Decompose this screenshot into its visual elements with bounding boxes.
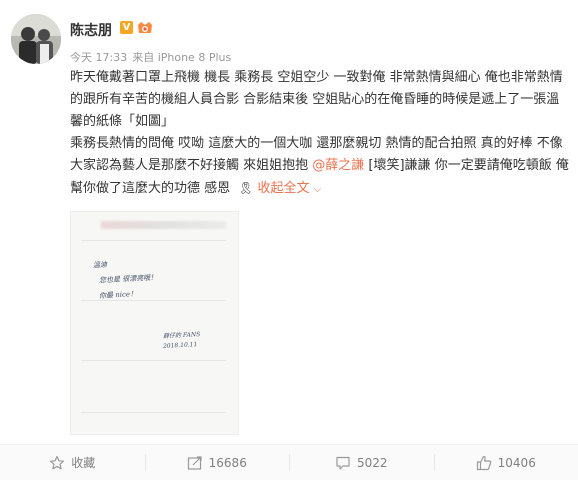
action-bar: 收藏 16686 5022 10406 xyxy=(0,444,578,480)
verified-badge-icon: V xyxy=(120,21,133,34)
share-count: 16686 xyxy=(209,456,247,470)
note-rule xyxy=(81,412,226,413)
collapse-link[interactable]: 收起全文 ⌵ xyxy=(258,181,322,196)
comment-button[interactable]: 5022 xyxy=(289,445,434,480)
like-button[interactable]: 10406 xyxy=(434,445,578,480)
post-paragraph-1: 昨天俺戴著口罩上飛機 機長 乘務長 空姐空少 一致對俺 非常熱情與細心 俺也非常… xyxy=(70,67,570,133)
star-icon xyxy=(49,455,65,471)
share-icon xyxy=(187,455,203,471)
post-paragraph-2: 乘務長熱情的問俺 哎呦 這麼大的一個大咖 還那麼親切 熱情的配合拍照 真的好棒 … xyxy=(70,133,570,201)
comment-icon xyxy=(335,455,351,471)
comment-count: 5022 xyxy=(357,456,388,470)
note-line: 溫迪 xyxy=(93,260,108,271)
post-content: 昨天俺戴著口罩上飛機 機長 乘務長 空姐空少 一致對俺 非常熱情與細心 俺也非常… xyxy=(70,67,570,201)
share-button[interactable]: 16686 xyxy=(145,445,290,480)
avatar[interactable] xyxy=(11,14,61,64)
note-line: 您也是 很漂亮哦！ xyxy=(99,272,158,285)
note-signature: 薛仔的 FANS xyxy=(163,329,201,340)
ribbon-icon: 🎗 xyxy=(238,177,253,199)
note-line: 你最 nice！ xyxy=(99,289,138,301)
post-meta: 今天 17:33 来自 iPhone 8 Plus xyxy=(70,49,236,65)
post-photo[interactable]: 溫迪 您也是 很漂亮哦！ 你最 nice！ 薛仔的 FANS 2018.10.1… xyxy=(70,211,239,435)
favorite-label: 收藏 xyxy=(71,454,95,471)
note-date: 2018.10.11 xyxy=(163,341,198,350)
favorite-button[interactable]: 收藏 xyxy=(0,445,145,480)
user-name[interactable]: 陈志朋 xyxy=(70,20,112,40)
avatar-photo xyxy=(11,14,61,64)
note-letterhead xyxy=(101,221,226,229)
like-count: 10406 xyxy=(498,456,536,470)
collapse-label: 收起全文 xyxy=(258,181,310,196)
thumbs-up-icon xyxy=(476,455,492,471)
chevron-down-icon: ⌵ xyxy=(314,184,322,195)
post-time[interactable]: 今天 17:33 xyxy=(70,51,127,64)
note-rule xyxy=(81,240,226,241)
member-level-icon xyxy=(136,20,154,35)
note-rule xyxy=(81,360,226,361)
mention-link[interactable]: @薛之謙 xyxy=(312,158,364,173)
post-source[interactable]: 来自 iPhone 8 Plus xyxy=(132,51,231,64)
